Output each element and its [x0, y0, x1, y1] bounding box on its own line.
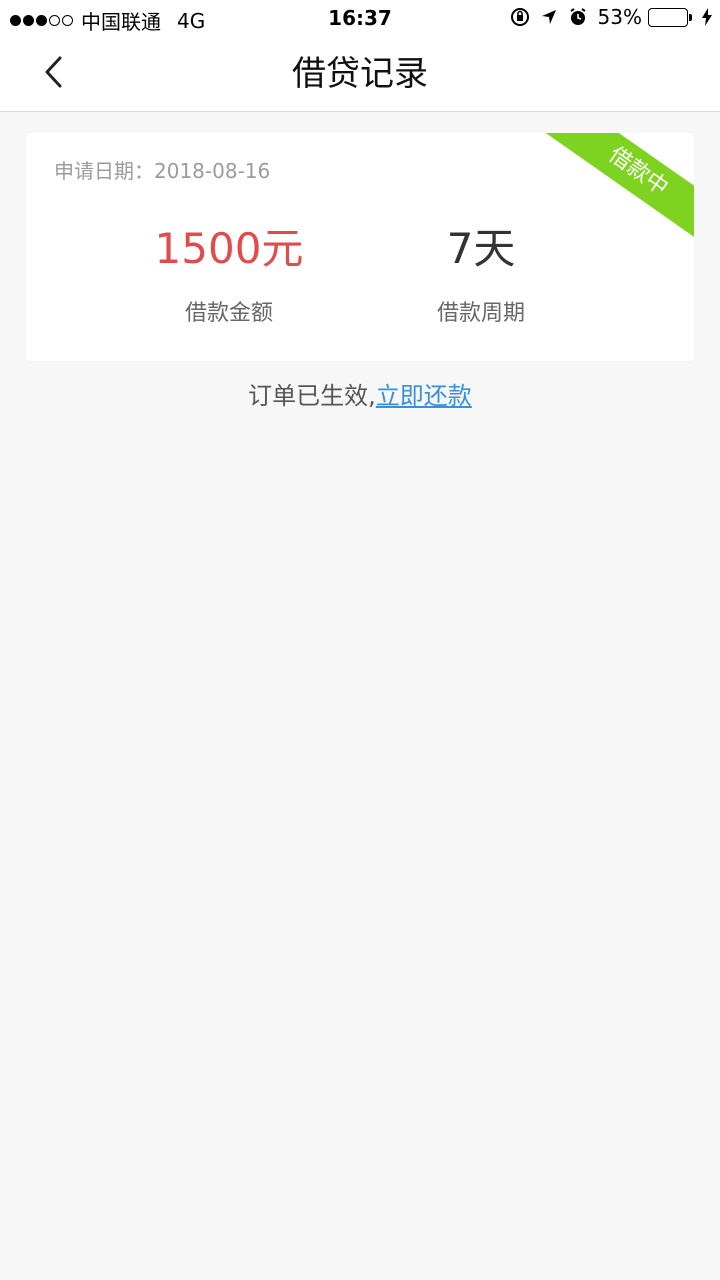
back-button[interactable] [30, 52, 78, 96]
loan-amount: 1500元 借款金额 [154, 221, 304, 327]
status-right: 53% [500, 5, 712, 29]
page-title: 借贷记录 [292, 54, 428, 94]
charging-bolt-icon [702, 8, 712, 26]
alarm-icon [568, 7, 588, 27]
order-status-text: 订单已生效, [248, 382, 376, 410]
apply-date: 申请日期：2018-08-16 [54, 159, 271, 183]
status-bar: 中国联通 4G 16:37 53% [0, 0, 720, 36]
battery-percent: 53% [597, 5, 642, 29]
loan-record-card[interactable]: 申请日期：2018-08-16 借款中 1500元 借款金额 7天 借款周期 [26, 133, 694, 361]
chevron-left-icon [42, 55, 66, 93]
nav-bar: 借贷记录 [0, 36, 720, 112]
loan-period: 7天 借款周期 [406, 221, 556, 327]
battery-icon [648, 7, 692, 27]
loan-period-value: 7天 [446, 224, 516, 273]
repay-now-link[interactable]: 立即还款 [376, 382, 472, 410]
loan-amount-value: 1500元 [154, 224, 304, 273]
loan-amount-label: 借款金额 [184, 301, 273, 326]
orientation-lock-icon [510, 7, 530, 27]
order-status-note: 订单已生效,立即还款 [0, 376, 720, 411]
location-arrow-icon [540, 8, 558, 26]
loan-period-label: 借款周期 [436, 301, 525, 326]
